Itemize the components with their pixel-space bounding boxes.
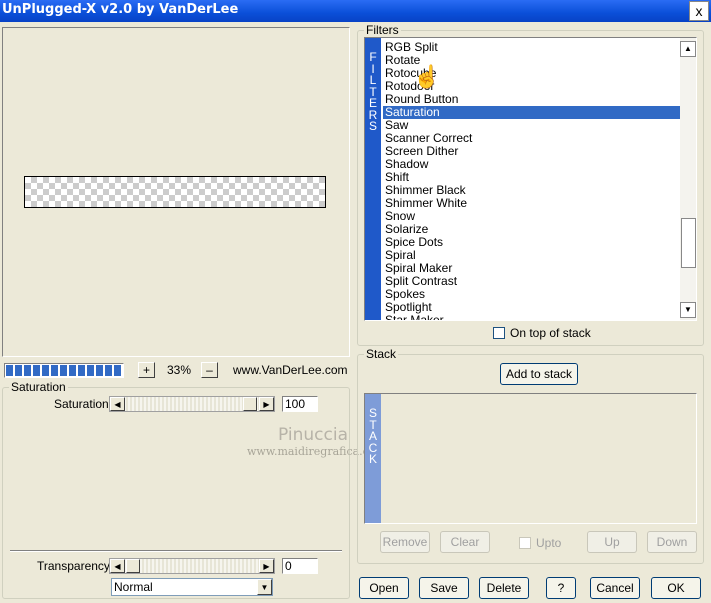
transparency-value[interactable]: 0 — [282, 558, 318, 574]
stack-group-label: Stack — [364, 347, 399, 361]
on-top-label: On top of stack — [510, 326, 591, 340]
filters-side-label: FILTERS — [365, 38, 381, 320]
filter-item[interactable]: Spice Dots — [383, 236, 680, 249]
zoom-level: 33% — [166, 363, 192, 377]
scroll-right-icon[interactable]: ▶ — [259, 397, 274, 411]
progress-fill — [6, 365, 122, 376]
filter-item[interactable]: Shadow — [383, 158, 680, 171]
preview-image — [24, 176, 326, 208]
save-button[interactable]: Save — [419, 577, 469, 599]
open-button[interactable]: Open — [359, 577, 409, 599]
scroll-right-icon[interactable]: ▶ — [259, 559, 274, 573]
window-title: UnPlugged-X v2.0 by VanDerLee — [2, 2, 239, 17]
filter-item[interactable]: Star Maker — [383, 314, 680, 321]
filter-item[interactable]: Shimmer White — [383, 197, 680, 210]
on-top-checkbox[interactable] — [493, 327, 505, 339]
cancel-button[interactable]: Cancel — [590, 577, 640, 599]
side-label-letter: S — [368, 119, 377, 133]
title-bar: UnPlugged-X v2.0 by VanDerLee — [0, 0, 711, 22]
watermark-name: Pinuccia — [278, 425, 348, 445]
settings-group-label: Saturation — [9, 380, 68, 394]
transparency-slider[interactable]: ◀ ▶ — [109, 558, 275, 574]
filter-item[interactable]: Split Contrast — [383, 275, 680, 288]
remove-button[interactable]: Remove — [380, 531, 430, 553]
scroll-up-icon[interactable]: ▲ — [680, 41, 696, 57]
slider-thumb[interactable] — [126, 559, 140, 573]
filters-scrollbar[interactable]: ▲ ▼ — [680, 38, 696, 320]
hand-cursor-icon: ☝ — [413, 64, 441, 89]
close-button[interactable]: x — [689, 1, 709, 21]
upto-checkbox[interactable] — [519, 537, 531, 549]
blend-mode-value: Normal — [114, 580, 153, 594]
scroll-down-icon[interactable]: ▼ — [680, 302, 696, 318]
upto-label: Upto — [536, 536, 562, 550]
ok-button[interactable]: OK — [651, 577, 701, 599]
scroll-left-icon[interactable]: ◀ — [110, 559, 125, 573]
progress-bar — [4, 363, 124, 378]
zoom-out-button[interactable]: – — [201, 362, 218, 378]
scroll-thumb[interactable] — [681, 218, 696, 268]
stack-side-label: STACK — [365, 394, 381, 523]
filter-item[interactable]: Saturation — [383, 106, 680, 119]
filters-group-label: Filters — [364, 23, 401, 37]
filter-item[interactable]: RGB Split — [383, 41, 680, 54]
saturation-label: Saturation — [54, 397, 109, 411]
down-button[interactable]: Down — [647, 531, 697, 553]
transparency-label: Transparency — [37, 559, 110, 573]
close-icon: x — [695, 3, 703, 19]
delete-button[interactable]: Delete — [479, 577, 529, 599]
website-link[interactable]: www.VanDerLee.com — [233, 363, 348, 378]
saturation-slider[interactable]: ◀ ▶ — [109, 396, 275, 412]
clear-button[interactable]: Clear — [440, 531, 490, 553]
scroll-left-icon[interactable]: ◀ — [110, 397, 125, 411]
help-button[interactable]: ? — [546, 577, 576, 599]
blend-mode-select[interactable]: Normal ▼ — [111, 578, 273, 596]
chevron-down-icon[interactable]: ▼ — [257, 579, 272, 595]
saturation-value[interactable]: 100 — [282, 396, 318, 412]
add-to-stack-button[interactable]: Add to stack — [500, 363, 578, 385]
zoom-in-button[interactable]: + — [138, 362, 155, 378]
stack-list[interactable]: STACK — [364, 393, 697, 524]
up-button[interactable]: Up — [587, 531, 637, 553]
side-label-letter: K — [368, 452, 377, 466]
slider-thumb[interactable] — [243, 397, 257, 411]
divider — [10, 550, 342, 552]
